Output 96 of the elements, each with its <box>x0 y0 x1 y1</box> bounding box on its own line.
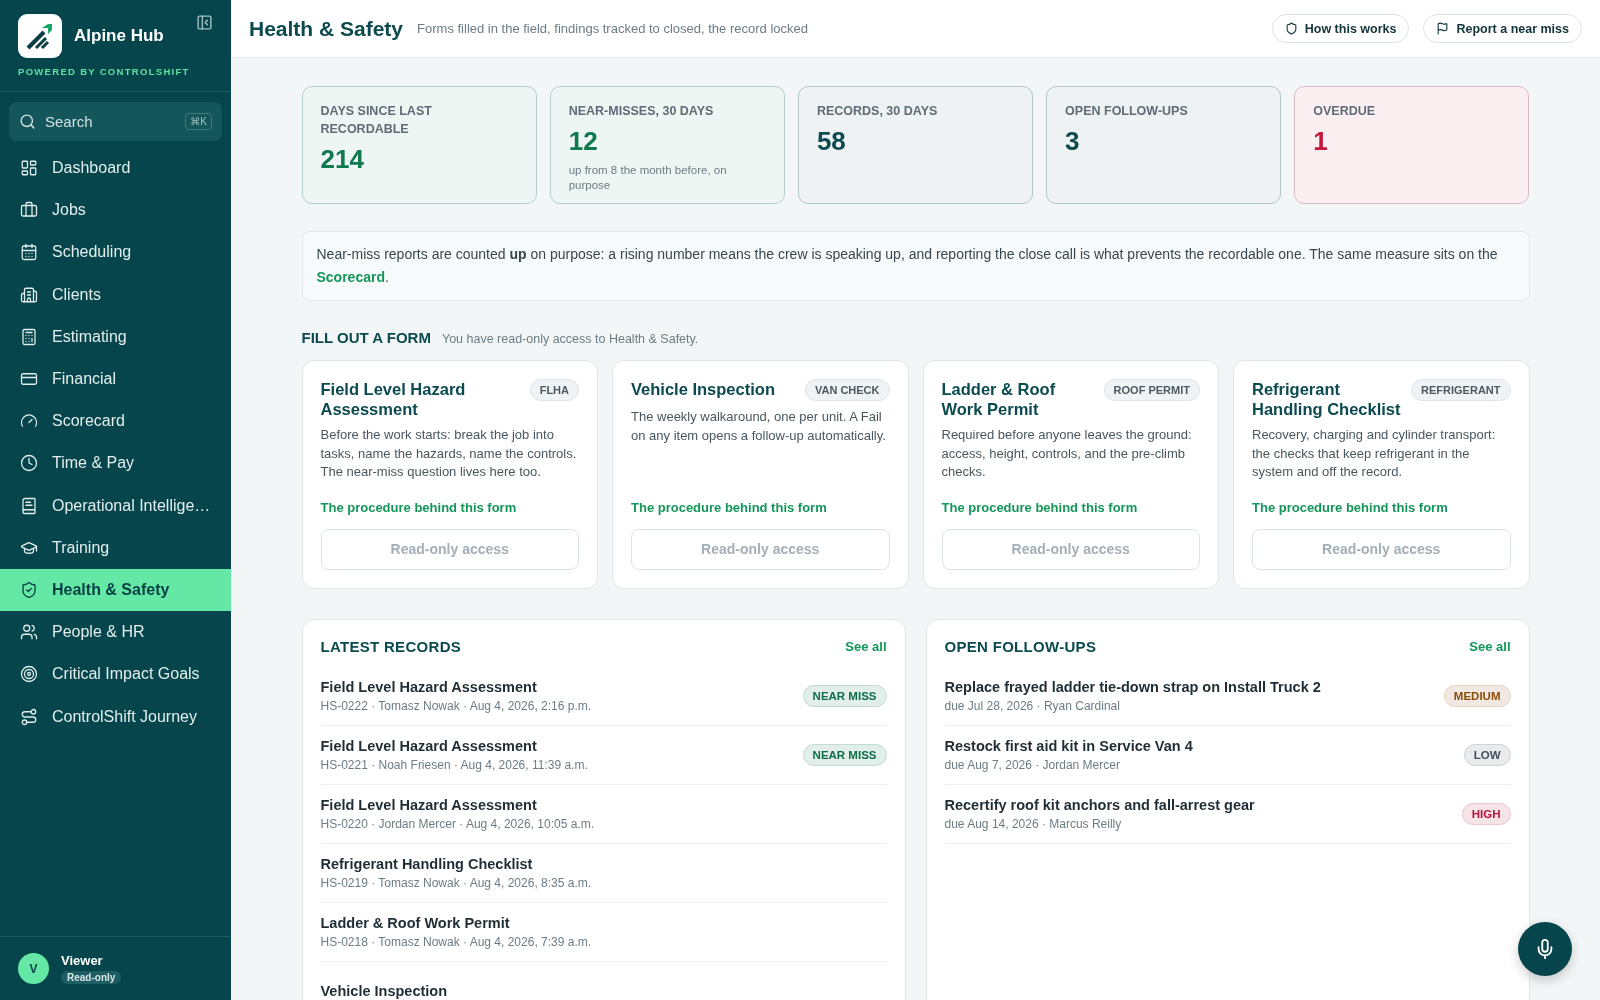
flag-icon <box>1436 22 1450 35</box>
row-title[interactable]: Recertify roof kit anchors and fall-arrest gear <box>944 796 1255 813</box>
building-icon <box>20 285 38 304</box>
shield-check-icon <box>20 580 38 599</box>
status-badge: NEAR MISS <box>802 684 887 707</box>
brand-name: Alpine Hub <box>74 26 165 46</box>
nav-item[interactable]: Clients <box>0 273 231 316</box>
route-icon <box>20 707 38 726</box>
briefcase-icon <box>20 201 38 220</box>
stat-label: NEAR-MISSES, 30 DAYS <box>568 103 715 120</box>
form-title: Field Level Hazard Assessment <box>320 379 467 419</box>
nav-item[interactable]: Scheduling <box>0 231 231 274</box>
row-meta: due Jul 28, 2026 · Ryan Cardinal <box>944 698 1121 713</box>
calculator-icon <box>20 327 38 346</box>
form-description: Recovery, charging and cylinder transport: the checks that keep refrigerant in the system and off the record. <box>1252 426 1497 481</box>
user-name: Viewer <box>61 953 103 968</box>
row-title[interactable]: Vehicle Inspection <box>320 982 447 999</box>
stat-value: 214 <box>320 144 365 175</box>
nav-item[interactable]: Jobs <box>0 189 231 232</box>
row-title[interactable]: Field Level Hazard Assessment <box>320 678 592 695</box>
form-description: Before the work starts: break the job into tasks, name the hazards, name the controls. The near-miss question lives here too. <box>320 426 578 481</box>
form-tag: VAN CHECK <box>804 379 890 401</box>
nav-item[interactable]: Scorecard <box>0 400 231 443</box>
section-note: You have read-only access to Health & Safety. <box>441 332 699 346</box>
page-subtitle: Forms filled in the field, findings tracked to closed, the record locked <box>417 21 809 36</box>
row-title[interactable]: Restock first aid kit in Service Van 4 <box>944 737 1193 754</box>
row-meta: HS-0222 · Tomasz Nowak · Aug 4, 2026, 2:16 p.m. <box>320 698 592 713</box>
calendar-icon <box>20 243 38 262</box>
form-title: Ladder & Roof Work Permit <box>941 379 1057 419</box>
panel-title: OPEN FOLLOW-UPS <box>944 637 1097 655</box>
nav-item[interactable]: Financial <box>0 357 231 401</box>
report-button[interactable]: Report a near miss <box>1423 14 1582 43</box>
nav-item[interactable]: People & HR <box>0 611 231 654</box>
nav-item[interactable]: Estimating <box>0 315 231 358</box>
form-title: Vehicle Inspection <box>631 379 775 399</box>
logo-icon <box>18 14 62 58</box>
row-title[interactable]: Ladder & Roof Work Permit <box>320 914 592 931</box>
users-icon <box>20 623 38 642</box>
status-badge: MEDIUM <box>1443 684 1511 707</box>
nav-item[interactable]: Health & Safety <box>0 568 231 612</box>
target-icon <box>20 665 38 684</box>
form-title: Refrigerant Handling Checklist <box>1252 379 1402 419</box>
stat-value: 1 <box>1313 126 1329 157</box>
user-avatar: V <box>18 953 49 984</box>
nav-item[interactable]: ControlShift Journey <box>0 695 231 738</box>
stat-value: 12 <box>568 126 599 157</box>
nav-item[interactable]: Time & Pay <box>0 442 231 485</box>
nav-item[interactable]: Critical Impact Goals <box>0 653 231 696</box>
stat-label: RECORDS, 30 DAYS <box>816 103 939 120</box>
see-all-link[interactable]: See all <box>845 638 887 654</box>
collapse-icon[interactable] <box>196 14 213 31</box>
row-title[interactable]: Replace frayed ladder tie-down strap on Install Truck 2 <box>944 678 1321 695</box>
microphone-button[interactable] <box>1518 922 1572 976</box>
row-title[interactable]: Refrigerant Handling Checklist <box>320 855 592 872</box>
status-badge: NEAR MISS <box>802 743 887 766</box>
stat-label: DAYS SINCE LAST RECORDABLE <box>320 103 433 138</box>
shield-icon <box>1284 22 1298 35</box>
row-meta: HS-0219 · Tomasz Nowak · Aug 4, 2026, 8:35 a.m. <box>320 875 592 890</box>
shortcut-hint: ⌘K <box>185 113 212 130</box>
stat-note: up from 8 the month before, on purpose <box>568 163 728 193</box>
form-tag: FLHA <box>529 379 579 401</box>
search-placeholder: Search <box>45 113 93 130</box>
book-icon <box>20 496 38 515</box>
form-description: The weekly walkaround, one per unit. A Fail on any item opens a follow-up automatically. <box>631 408 887 445</box>
help-button[interactable]: How this works <box>1271 14 1410 43</box>
nav-item[interactable]: Dashboard <box>0 147 231 190</box>
stat-label: OVERDUE <box>1313 103 1377 120</box>
notice-text: Near-miss reports are counted up on purpose: a rising number means the crew is speaking up, and reporting the close call is what prevents the recordable one. The same measure sits on the Scorecard. <box>301 231 1530 301</box>
row-meta: HS-0221 · Noah Friesen · Aug 4, 2026, 11:39 a.m. <box>320 757 588 772</box>
nav-item[interactable]: Training <box>0 526 231 569</box>
row-meta: HS-0218 · Tomasz Nowak · Aug 4, 2026, 7:39 a.m. <box>320 934 592 949</box>
status-badge: HIGH <box>1461 802 1511 825</box>
role-badge: Read-only <box>61 971 122 984</box>
clock-icon <box>20 454 38 473</box>
stat-value: 3 <box>1065 126 1081 157</box>
page-title: Health & Safety <box>249 16 404 41</box>
search-icon <box>19 113 36 130</box>
section-title: FILL OUT A FORM <box>301 329 431 346</box>
row-title[interactable]: Field Level Hazard Assessment <box>320 737 588 754</box>
status-badge: LOW <box>1463 743 1511 766</box>
form-description: Required before anyone leaves the ground: access, height, controls, and the pre-climb checks. <box>941 426 1193 481</box>
form-tag: ROOF PERMIT <box>1103 379 1200 401</box>
brand-tagline: POWERED BY CONTROLSHIFT <box>18 66 191 77</box>
stat-label: OPEN FOLLOW-UPS <box>1065 103 1189 120</box>
row-meta: due Aug 7, 2026 · Jordan Mercer <box>944 757 1121 772</box>
see-all-link[interactable]: See all <box>1469 638 1511 654</box>
search-field[interactable]: Search ⌘K <box>9 102 222 141</box>
row-meta: due Aug 14, 2026 · Marcus Reilly <box>944 816 1123 831</box>
dashboard-icon <box>20 159 38 178</box>
stat-value: 58 <box>816 126 847 157</box>
scorecard-link[interactable]: Scorecard <box>316 269 385 285</box>
form-tag: REFRIGERANT <box>1411 379 1511 401</box>
panel-title: LATEST RECORDS <box>320 637 462 655</box>
row-title[interactable]: Field Level Hazard Assessment <box>320 796 594 813</box>
nav-item[interactable]: Operational Intellige… <box>0 484 231 527</box>
row-meta: HS-0220 · Jordan Mercer · Aug 4, 2026, 10:05 a.m. <box>320 816 594 831</box>
